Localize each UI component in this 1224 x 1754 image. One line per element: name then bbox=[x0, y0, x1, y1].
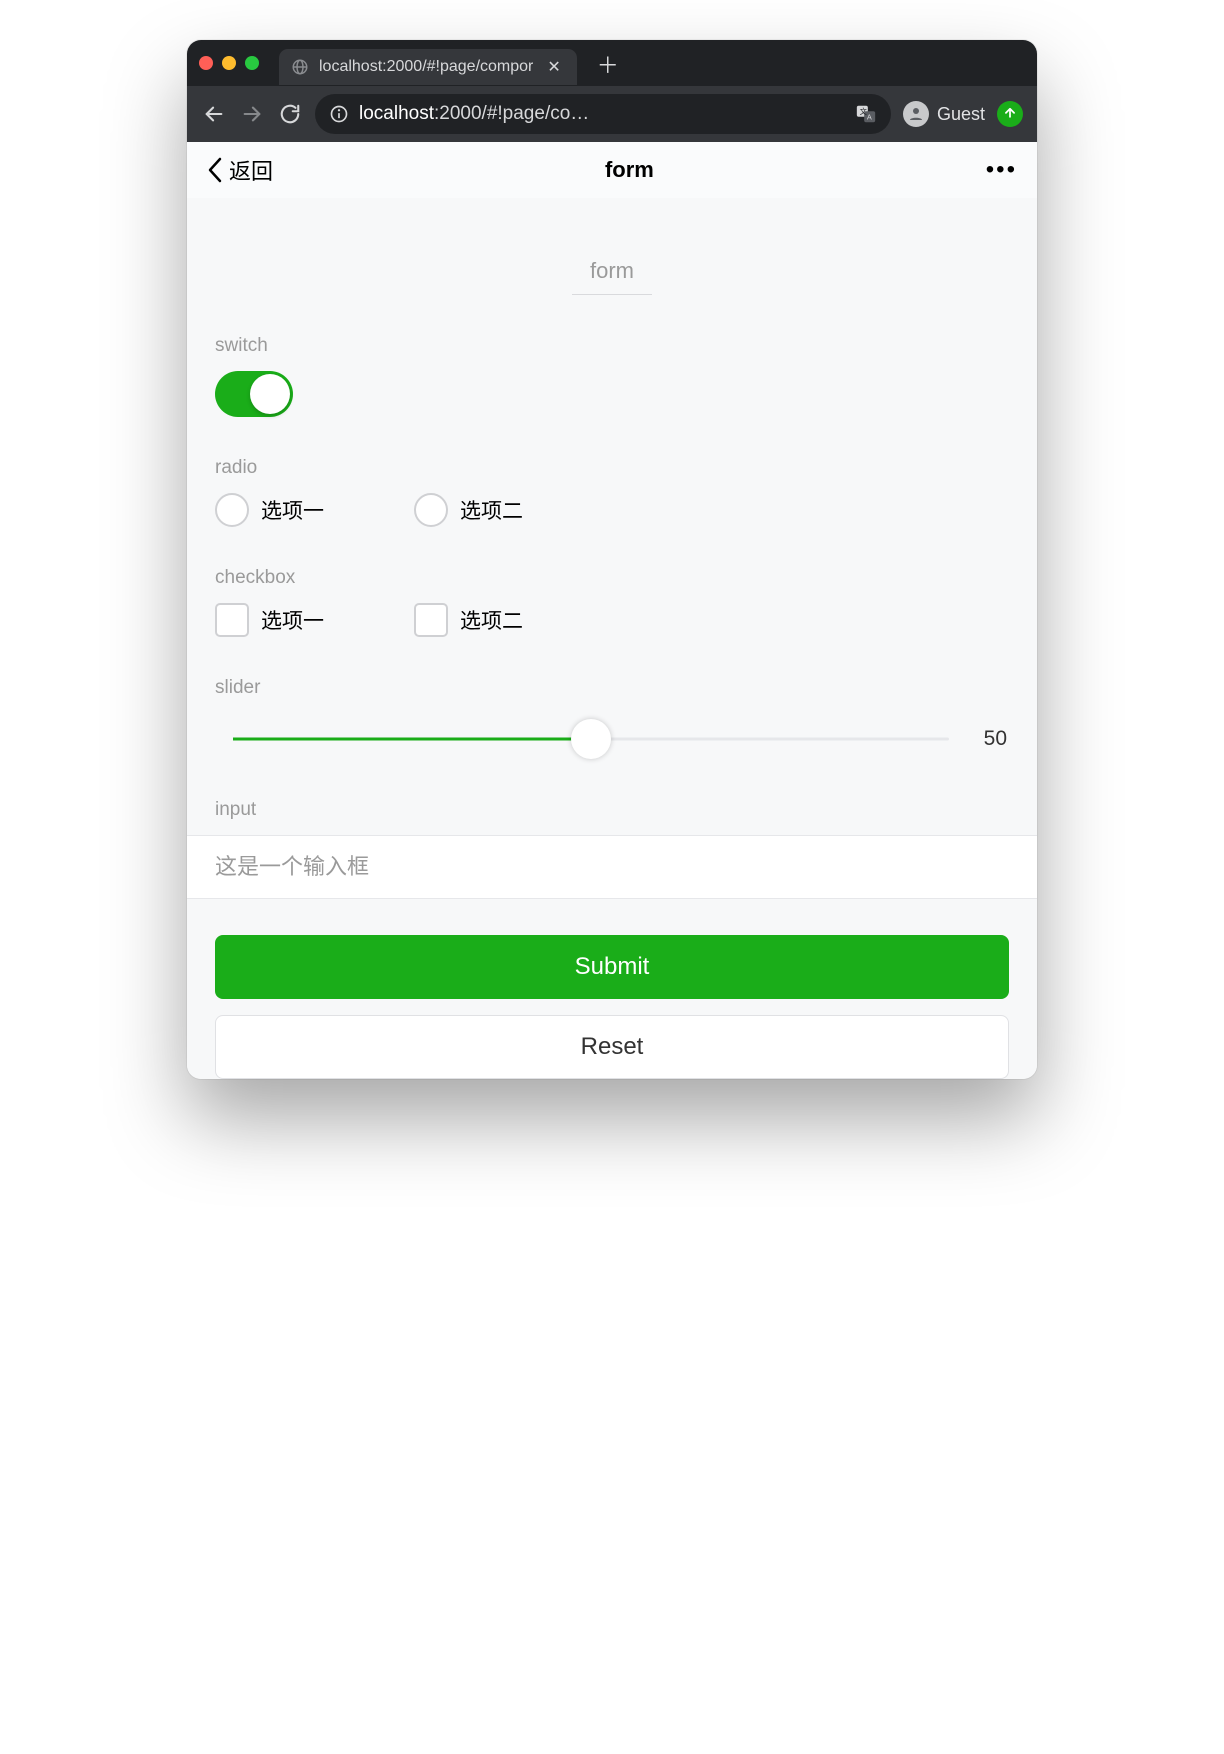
radio-section: radio 选项一 选项二 bbox=[187, 417, 1037, 527]
translate-icon[interactable]: 文A bbox=[855, 103, 877, 125]
browser-tabbar: localhost:2000/#!page/compor ✕ ＋ bbox=[187, 40, 1037, 86]
close-window-icon[interactable] bbox=[199, 56, 213, 70]
radio-label: radio bbox=[215, 457, 1009, 479]
checkbox-section: checkbox 选项一 选项二 bbox=[187, 527, 1037, 637]
url-text: localhost:2000/#!page/co… bbox=[359, 103, 845, 125]
radio-icon bbox=[215, 493, 249, 527]
minimize-window-icon[interactable] bbox=[222, 56, 236, 70]
radio-icon bbox=[414, 493, 448, 527]
globe-icon bbox=[291, 58, 309, 76]
more-button[interactable]: ••• bbox=[986, 156, 1017, 184]
page-content: 返回 form ••• form switch radio 选项一 bbox=[187, 142, 1037, 1079]
tab-title: localhost:2000/#!page/compor bbox=[319, 58, 533, 76]
extension-badge[interactable] bbox=[997, 101, 1023, 127]
page-header: 返回 form ••• bbox=[187, 142, 1037, 198]
browser-window: localhost:2000/#!page/compor ✕ ＋ localho… bbox=[187, 40, 1037, 1079]
submit-button[interactable]: Submit bbox=[215, 935, 1009, 999]
component-name: form bbox=[572, 258, 652, 295]
tab-close-icon[interactable]: ✕ bbox=[543, 57, 564, 77]
checkbox-option-label: 选项一 bbox=[261, 605, 324, 635]
checkbox-icon bbox=[215, 603, 249, 637]
checkbox-option-2[interactable]: 选项二 bbox=[414, 603, 523, 637]
browser-tab[interactable]: localhost:2000/#!page/compor ✕ bbox=[279, 49, 577, 85]
switch-label: switch bbox=[215, 335, 1009, 357]
forward-button[interactable] bbox=[239, 101, 265, 127]
slider-fill bbox=[233, 738, 591, 741]
slider-label: slider bbox=[215, 677, 1009, 699]
reset-button[interactable]: Reset bbox=[215, 1015, 1009, 1079]
page-title: form bbox=[605, 157, 654, 183]
switch-section: switch bbox=[187, 295, 1037, 417]
form-buttons: Submit Reset bbox=[187, 899, 1037, 1079]
input-label: input bbox=[187, 799, 1037, 835]
radio-option-2[interactable]: 选项二 bbox=[414, 493, 523, 527]
checkbox-option-1[interactable]: 选项一 bbox=[215, 603, 324, 637]
profile-label: Guest bbox=[937, 104, 985, 125]
checkbox-option-label: 选项二 bbox=[460, 605, 523, 635]
site-info-icon[interactable] bbox=[329, 104, 349, 124]
maximize-window-icon[interactable] bbox=[245, 56, 259, 70]
svg-text:A: A bbox=[867, 113, 872, 122]
input-section: input bbox=[187, 759, 1037, 899]
reload-button[interactable] bbox=[277, 101, 303, 127]
checkbox-label: checkbox bbox=[215, 567, 1009, 589]
avatar-icon bbox=[903, 101, 929, 127]
back-label: 返回 bbox=[229, 154, 273, 186]
slider-control[interactable] bbox=[233, 719, 949, 759]
window-controls bbox=[199, 56, 269, 70]
radio-option-1[interactable]: 选项一 bbox=[215, 493, 324, 527]
profile-button[interactable]: Guest bbox=[903, 101, 985, 127]
address-bar[interactable]: localhost:2000/#!page/co… 文A bbox=[315, 94, 891, 134]
browser-toolbar: localhost:2000/#!page/co… 文A Guest bbox=[187, 86, 1037, 142]
switch-knob bbox=[250, 374, 290, 414]
radio-option-label: 选项二 bbox=[460, 495, 523, 525]
slider-value: 50 bbox=[967, 727, 1007, 751]
back-button[interactable] bbox=[201, 101, 227, 127]
chevron-left-icon bbox=[207, 157, 223, 183]
text-input[interactable] bbox=[187, 835, 1037, 899]
slider-section: slider 50 bbox=[187, 637, 1037, 759]
radio-option-label: 选项一 bbox=[261, 495, 324, 525]
switch-control[interactable] bbox=[215, 371, 293, 417]
checkbox-icon bbox=[414, 603, 448, 637]
slider-thumb[interactable] bbox=[571, 719, 611, 759]
new-tab-button[interactable]: ＋ bbox=[587, 55, 629, 77]
back-nav[interactable]: 返回 bbox=[207, 154, 273, 186]
